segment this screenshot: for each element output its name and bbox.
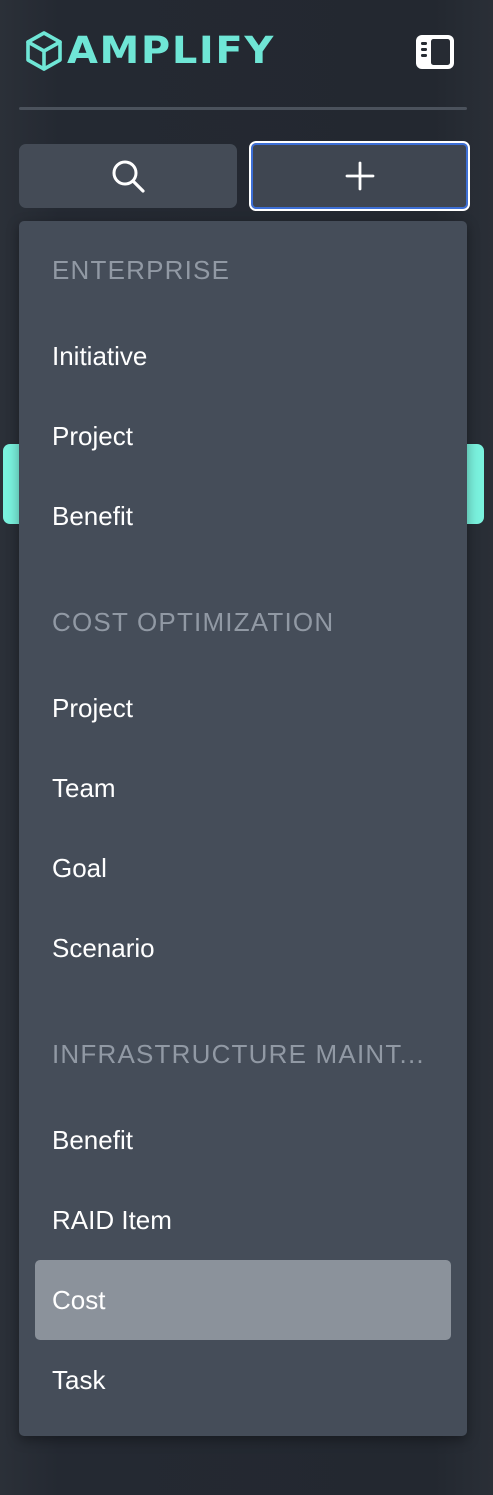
menu-item-enterprise-initiative[interactable]: Initiative — [35, 324, 451, 388]
create-menu-dropdown: ENTERPRISE Initiative Project Benefit CO… — [19, 221, 467, 1436]
sidebar-header: AMPLIFY — [0, 0, 493, 108]
header-divider — [19, 107, 467, 110]
group-header-infrastructure-maintenance: INFRASTRUCTURE MAINT... — [52, 1039, 425, 1069]
menu-item-label: Goal — [52, 853, 107, 883]
menu-item-infrastructure-task[interactable]: Task — [35, 1348, 451, 1412]
menu-item-label: Benefit — [52, 501, 133, 531]
menu-item-cost-optimization-team[interactable]: Team — [35, 756, 451, 820]
search-button[interactable] — [19, 144, 237, 208]
brand-logo[interactable]: AMPLIFY — [24, 30, 273, 72]
menu-item-infrastructure-cost[interactable]: Cost — [35, 1260, 451, 1340]
menu-item-label: Cost — [52, 1285, 106, 1315]
menu-item-label: Project — [52, 421, 133, 451]
search-icon — [112, 160, 145, 193]
menu-item-label: RAID Item — [52, 1205, 172, 1235]
menu-item-cost-optimization-scenario[interactable]: Scenario — [35, 916, 451, 980]
menu-item-enterprise-benefit[interactable]: Benefit — [35, 484, 451, 548]
menu-item-cost-optimization-project[interactable]: Project — [35, 676, 451, 740]
menu-item-enterprise-project[interactable]: Project — [35, 404, 451, 468]
sidebar: AMPLIFY ENTERPRISE Initiative Project Be… — [0, 0, 493, 1495]
group-header-enterprise: ENTERPRISE — [52, 255, 231, 285]
cube-logo-icon — [26, 31, 62, 71]
menu-item-label: Benefit — [52, 1125, 133, 1155]
menu-item-label: Team — [52, 773, 116, 803]
menu-item-infrastructure-benefit[interactable]: Benefit — [35, 1108, 451, 1172]
menu-item-cost-optimization-goal[interactable]: Goal — [35, 836, 451, 900]
group-header-cost-optimization: COST OPTIMIZATION — [52, 607, 335, 637]
menu-item-infrastructure-raid-item[interactable]: RAID Item — [35, 1188, 451, 1252]
brand-name: AMPLIFY — [67, 29, 275, 72]
plus-icon — [345, 161, 374, 191]
menu-item-label: Scenario — [52, 933, 155, 963]
menu-item-label: Project — [52, 693, 133, 723]
sidebar-toggle-icon — [416, 35, 454, 69]
menu-item-label: Initiative — [52, 341, 148, 371]
menu-item-label: Task — [52, 1365, 106, 1395]
sidebar-toggle-button[interactable] — [414, 33, 456, 71]
add-button[interactable] — [249, 141, 470, 211]
